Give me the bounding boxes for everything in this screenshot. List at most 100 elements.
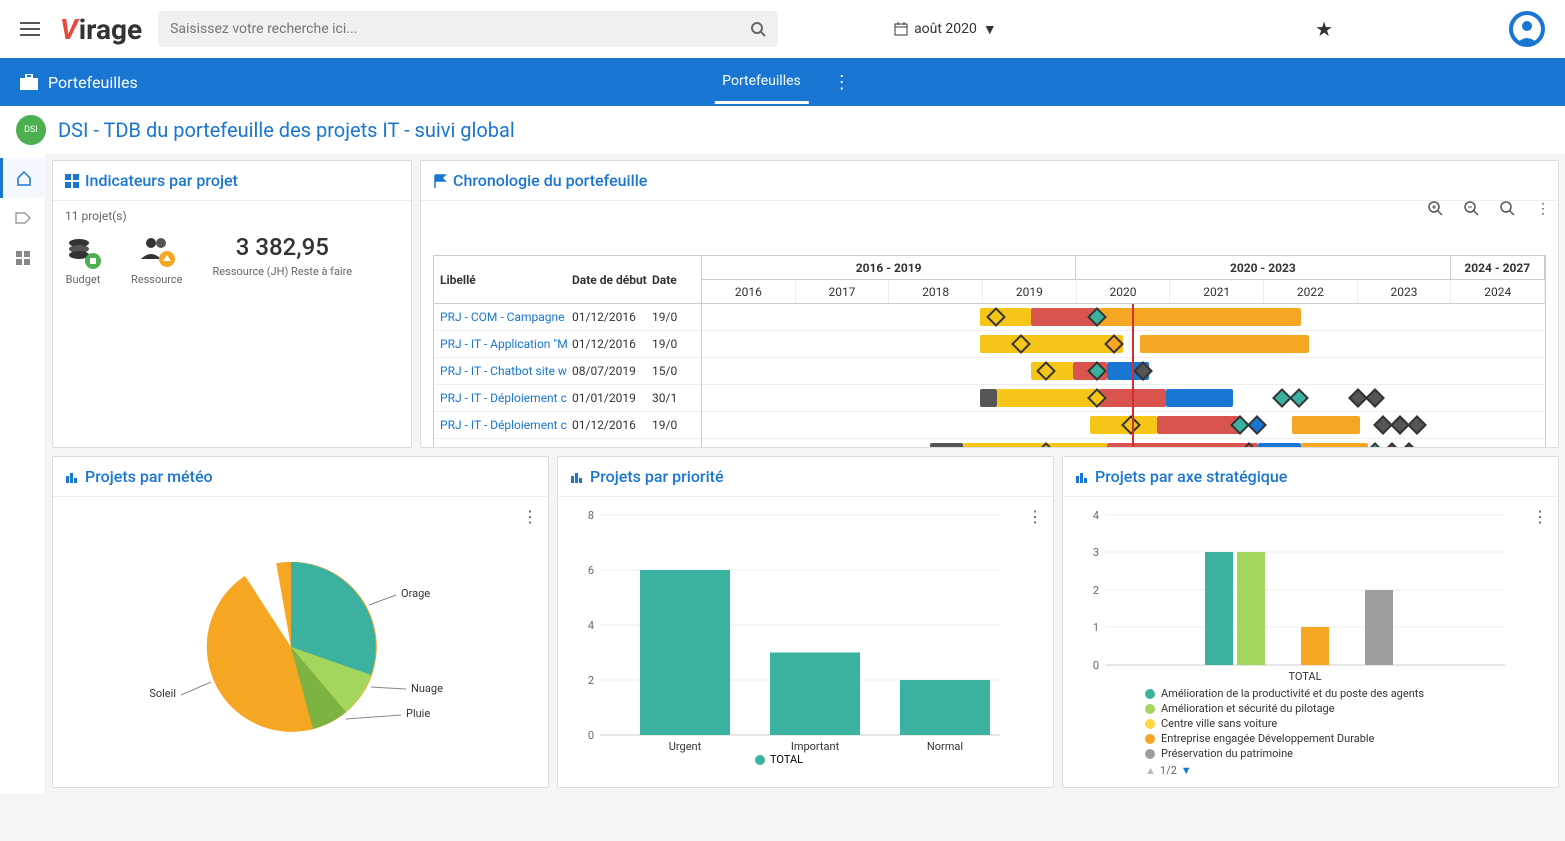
budget-label: Budget	[66, 273, 101, 286]
card-meteo: Projets par météo ⋮	[52, 456, 549, 788]
svg-text:1: 1	[1093, 621, 1099, 634]
briefcase-icon	[20, 74, 38, 90]
zoom-reset-icon[interactable]	[1500, 201, 1516, 217]
card-title: Projets par météo	[85, 467, 213, 486]
date-selector[interactable]: août 2020 ▼	[894, 21, 997, 38]
year-label: 2023	[1358, 280, 1452, 303]
col-libelle: Libellé	[434, 256, 568, 303]
table-row: PRJ - COM - Campagne01/12/201619/0	[434, 304, 701, 331]
card-title: Chronologie du portefeuille	[453, 171, 647, 190]
gantt-project-link[interactable]: PRJ - IT - Déploiement c	[434, 391, 568, 405]
search-input[interactable]	[170, 21, 750, 37]
svg-text:TOTAL: TOTAL	[770, 753, 803, 766]
zoom-out-icon[interactable]	[1464, 201, 1480, 217]
calendar-icon	[894, 22, 908, 36]
gantt-project-link[interactable]: PRJ - IT - Application "M	[434, 337, 568, 351]
year-label: 2022	[1264, 280, 1358, 303]
card-chronologie: Chronologie du portefeuille ⋮ Libellé Da…	[420, 160, 1559, 448]
avatar[interactable]	[1509, 11, 1545, 47]
svg-text:TOTAL: TOTAL	[1288, 670, 1321, 683]
year-label: 2020	[1077, 280, 1171, 303]
flag-icon	[433, 174, 447, 188]
card-indicateurs: Indicateurs par projet 11 projet(s) Budg…	[52, 160, 412, 448]
gantt-project-link[interactable]: PRJ - IT - Chatbot site w	[434, 364, 568, 378]
legend-pager[interactable]: ▲ 1/2 ▼	[1145, 764, 1546, 777]
svg-text:3: 3	[1093, 546, 1099, 559]
gantt-project-link[interactable]: PRJ - IT - Déploiement c	[434, 418, 568, 432]
gantt-table: Libellé Date de début Date PRJ - COM - C…	[433, 255, 1546, 448]
more-icon[interactable]: ⋮	[1532, 507, 1548, 526]
gantt-project-link[interactable]: PRJ - IT - Développemen	[434, 445, 568, 448]
svg-text:2: 2	[1093, 584, 1099, 597]
col-fin: Date	[648, 273, 698, 287]
table-row: PRJ - IT - Déploiement c01/12/201619/0	[434, 412, 701, 439]
ressource-icon	[139, 233, 175, 269]
year-group-1: 2016 - 2019	[702, 256, 1076, 279]
svg-text:Urgent: Urgent	[669, 740, 702, 753]
svg-text:4: 4	[588, 619, 594, 632]
svg-text:0: 0	[1093, 659, 1099, 672]
year-group-3: 2024 - 2027	[1451, 256, 1545, 279]
card-title: Projets par priorité	[590, 467, 724, 486]
col-debut: Date de début	[568, 273, 648, 287]
prev-icon[interactable]: ▲	[1145, 764, 1156, 777]
svg-text:Important: Important	[791, 740, 840, 753]
tab-more-icon[interactable]: ⋮	[833, 72, 851, 93]
sidebar-item-home[interactable]	[0, 158, 46, 198]
budget-icon	[65, 233, 101, 269]
more-icon[interactable]: ⋮	[522, 507, 538, 526]
chevron-down-icon: ▼	[983, 21, 997, 38]
next-icon[interactable]: ▼	[1181, 764, 1192, 777]
gantt-project-link[interactable]: PRJ - COM - Campagne	[434, 310, 568, 324]
tab-portefeuilles[interactable]: Portefeuilles	[714, 61, 809, 104]
ressource-big-label: Ressource (JH) Reste à faire	[213, 265, 353, 278]
table-row: PRJ - IT - Chatbot site w08/07/201915/0	[434, 358, 701, 385]
more-icon[interactable]: ⋮	[1536, 201, 1550, 217]
card-title: Indicateurs par projet	[85, 171, 238, 190]
svg-text:Nuage: Nuage	[411, 682, 443, 695]
year-label: 2017	[796, 280, 890, 303]
svg-text:0: 0	[588, 729, 594, 742]
svg-text:Orage: Orage	[401, 587, 430, 600]
hamburger-icon[interactable]	[20, 22, 44, 36]
search-box[interactable]	[158, 11, 778, 47]
bluebar-title: Portefeuilles	[48, 73, 138, 92]
year-label: 2024	[1451, 280, 1545, 303]
sidebar	[0, 154, 46, 794]
title-bar: DSI DSI - TDB du portefeuille des projet…	[0, 106, 1565, 154]
logo: Virage	[60, 13, 142, 46]
legend: Amélioration de la productivité et du po…	[1075, 687, 1546, 777]
table-row: PRJ - IT - Déploiement c01/01/201930/1	[434, 385, 701, 412]
zoom-in-icon[interactable]	[1428, 201, 1444, 217]
svg-text:Soleil: Soleil	[149, 687, 176, 700]
year-label: 2019	[983, 280, 1077, 303]
sidebar-item-tag[interactable]	[0, 198, 46, 238]
svg-text:2: 2	[588, 674, 594, 687]
page-title: DSI - TDB du portefeuille des projets IT…	[58, 118, 515, 142]
more-icon[interactable]: ⋮	[1027, 507, 1043, 526]
pie-chart: Orage Nuage Pluie Soleil	[121, 527, 481, 767]
search-icon[interactable]	[750, 21, 766, 37]
dsi-badge: DSI	[16, 115, 46, 145]
chart-icon	[570, 470, 584, 484]
year-label: 2018	[889, 280, 983, 303]
project-count: 11 projet(s)	[65, 209, 399, 223]
chart-icon	[1075, 470, 1089, 484]
svg-text:4: 4	[1093, 509, 1099, 522]
chart-icon	[65, 470, 79, 484]
sidebar-item-grid[interactable]	[0, 238, 46, 278]
blue-bar: Portefeuilles Portefeuilles ⋮	[0, 58, 1565, 106]
bar-chart-strategique: 0 1 2 3 4	[1075, 505, 1535, 685]
grid-icon	[65, 174, 79, 188]
date-label: août 2020	[914, 21, 977, 37]
table-row: PRJ - IT - Développemen01/07/201811/0	[434, 439, 701, 448]
card-title: Projets par axe stratégique	[1095, 467, 1287, 486]
year-label: 2016	[702, 280, 796, 303]
table-row: PRJ - IT - Application "M01/12/201619/0	[434, 331, 701, 358]
top-bar: Virage août 2020 ▼ ★	[0, 0, 1565, 58]
star-icon[interactable]: ★	[1315, 17, 1333, 41]
svg-text:6: 6	[588, 564, 594, 577]
svg-text:Normal: Normal	[927, 740, 963, 753]
bar-chart-priorite: 0 2 4 6 8	[570, 505, 1030, 775]
year-group-2: 2020 - 2023	[1076, 256, 1450, 279]
